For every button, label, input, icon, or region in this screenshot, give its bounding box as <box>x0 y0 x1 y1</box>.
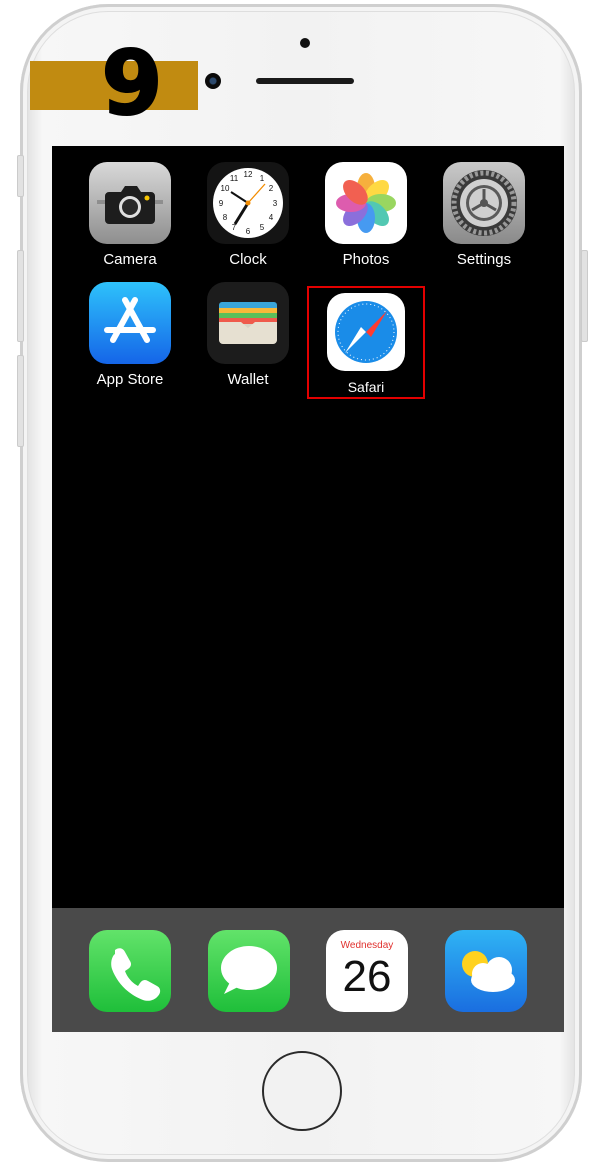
svg-text:2: 2 <box>269 184 274 193</box>
app-label: Wallet <box>227 371 269 388</box>
app-photos[interactable]: Photos <box>311 162 421 268</box>
weather-icon[interactable] <box>445 930 527 1012</box>
svg-text:3: 3 <box>273 199 278 208</box>
messages-icon[interactable] <box>208 930 290 1012</box>
svg-text:4: 4 <box>269 213 274 222</box>
dock: Wednesday 26 <box>52 908 564 1032</box>
svg-text:10: 10 <box>221 184 230 193</box>
step-number: 9 <box>100 32 163 135</box>
svg-text:1: 1 <box>260 174 265 183</box>
phone-icon[interactable] <box>89 930 171 1012</box>
app-camera[interactable]: Camera <box>75 162 185 268</box>
svg-text:6: 6 <box>246 227 251 236</box>
proximity-sensor <box>300 38 310 48</box>
svg-text:8: 8 <box>223 213 228 222</box>
home-screen: Camera 12 1 2 345 678 9 10 11 Clock Phot… <box>52 146 564 1032</box>
photos-icon <box>325 162 407 244</box>
app-wallet[interactable]: Wallet <box>193 282 303 388</box>
camera-icon <box>89 162 171 244</box>
calendar-icon[interactable]: Wednesday 26 <box>326 930 408 1012</box>
wallet-icon <box>207 282 289 364</box>
calendar-day-label: Wednesday <box>340 940 394 951</box>
app-store-icon <box>89 282 171 364</box>
app-label: App Store <box>96 371 164 388</box>
app-settings[interactable]: Settings <box>429 162 539 268</box>
app-app-store[interactable]: App Store <box>75 282 185 388</box>
highlight-box <box>307 286 425 399</box>
app-label: Clock <box>229 251 267 268</box>
power-button <box>581 250 588 342</box>
volume-up-button <box>17 250 24 342</box>
svg-text:12: 12 <box>244 170 253 179</box>
app-label: Settings <box>456 251 512 268</box>
earpiece-speaker <box>256 78 354 84</box>
calendar-date-label: 26 <box>342 952 392 1001</box>
clock-icon: 12 1 2 345 678 9 10 11 <box>207 162 289 244</box>
mute-switch <box>17 155 24 197</box>
app-label: Camera <box>103 251 157 268</box>
settings-gear-icon <box>443 162 525 244</box>
front-camera <box>205 73 221 89</box>
app-label: Photos <box>342 251 390 268</box>
app-clock[interactable]: 12 1 2 345 678 9 10 11 Clock <box>193 162 303 268</box>
svg-text:11: 11 <box>230 174 239 183</box>
volume-down-button <box>17 355 24 447</box>
svg-text:9: 9 <box>219 199 224 208</box>
home-button[interactable] <box>262 1051 342 1131</box>
svg-text:5: 5 <box>260 223 265 232</box>
